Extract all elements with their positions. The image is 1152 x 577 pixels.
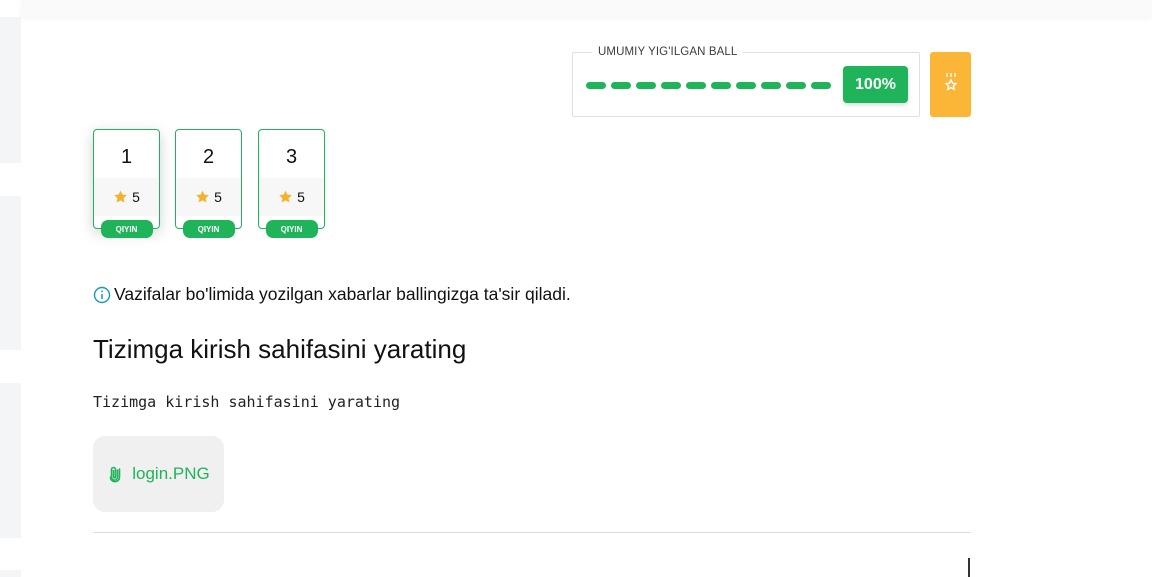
text-caret	[968, 558, 970, 577]
progress-segment	[761, 82, 781, 89]
progress-segment	[686, 82, 706, 89]
task-level-badge: QIYIN	[265, 220, 318, 238]
score-legend: UMUMIY YIG'ILGAN BALL	[592, 46, 744, 58]
task-stars: 5	[176, 178, 241, 216]
progress-segment	[786, 82, 806, 89]
paperclip-icon	[109, 466, 121, 483]
task-star-count: 5	[132, 189, 140, 205]
progress-segment	[811, 82, 831, 89]
medal-star-icon	[943, 72, 958, 97]
score-percent-badge: 100%	[843, 66, 908, 103]
star-icon	[114, 190, 127, 203]
sidebar-block	[0, 383, 21, 538]
task-title: Tizimga kirish sahifasini yarating	[93, 334, 467, 364]
progress-segment	[661, 82, 681, 89]
info-notice: Vazifalar bo'limida yozilgan xabarlar ba…	[93, 284, 571, 305]
progress-segment	[586, 82, 606, 89]
task-number: 2	[202, 146, 215, 168]
task-card-2[interactable]: 2 5 QIYIN	[175, 129, 242, 238]
progress-segment	[711, 82, 731, 89]
sidebar-block	[0, 570, 21, 577]
progress-segment	[611, 82, 631, 89]
task-description: Tizimga kirish sahifasini yarating	[93, 393, 401, 411]
sidebar-block	[0, 196, 21, 350]
task-number: 1	[120, 146, 133, 168]
medal-button[interactable]	[930, 52, 971, 117]
task-card-3[interactable]: 3 5 QIYIN	[258, 129, 325, 238]
info-text: Vazifalar bo'limida yozilgan xabarlar ba…	[114, 284, 571, 304]
page: UMUMIY YIG'ILGAN BALL 100% 1 5 QIYIN 2 5…	[0, 0, 1152, 577]
task-card-1[interactable]: 1 5 QIYIN	[93, 129, 160, 238]
task-number: 3	[285, 146, 298, 168]
task-level-badge: QIYIN	[182, 220, 235, 238]
progress-segment	[636, 82, 656, 89]
progress-segment	[736, 82, 756, 89]
task-level-badge: QIYIN	[100, 220, 153, 238]
task-stars: 5	[259, 178, 324, 216]
sidebar-block	[0, 17, 21, 163]
attachment-link[interactable]: login.PNG	[93, 436, 224, 512]
left-sidebar-strip	[0, 0, 21, 577]
star-icon	[279, 190, 292, 203]
divider	[93, 532, 971, 533]
task-star-count: 5	[214, 189, 222, 205]
task-star-count: 5	[297, 189, 305, 205]
top-bar	[21, 0, 1152, 17]
task-stars: 5	[94, 178, 159, 216]
star-icon	[196, 190, 209, 203]
score-panel: UMUMIY YIG'ILGAN BALL 100%	[572, 46, 920, 117]
info-circle-icon	[93, 286, 111, 303]
attachment-filename: login.PNG	[132, 464, 210, 483]
score-progress-bar	[586, 82, 831, 89]
